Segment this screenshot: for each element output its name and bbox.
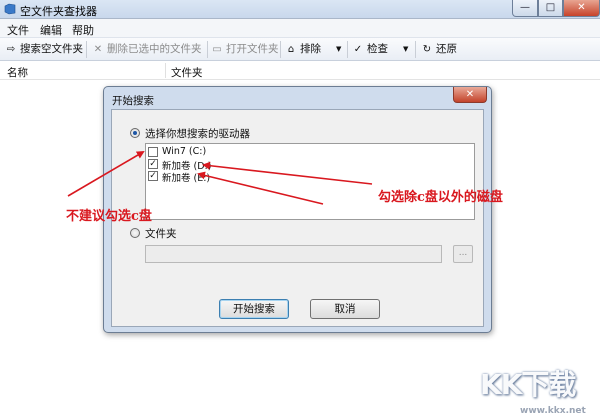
toolbar-separator (415, 41, 416, 58)
menu-edit[interactable]: 编辑 (40, 22, 62, 38)
toolbar-separator (86, 41, 87, 58)
annotation-left: 不建议勾选c盘 (66, 209, 152, 224)
folder-radio[interactable] (130, 228, 140, 238)
annotation-right: 勾选除c盘以外的磁盘 (378, 190, 503, 205)
drive-label-c[interactable]: Win7 (C:) (162, 146, 206, 157)
toolbar-separator (207, 41, 208, 58)
drives-radio[interactable] (130, 128, 140, 138)
cancel-button[interactable]: 取消 (310, 299, 380, 319)
folder-radio-label[interactable]: 文件夹 (145, 226, 177, 241)
exclude-button[interactable]: ⌂ 排除 (285, 41, 321, 57)
dialog-body: 选择你想搜索的驱动器 Win7 (C:) ✓ 新加卷 (D:) ✓ 新加卷 (E… (111, 109, 484, 327)
open-folder-label: 打开文件夹 (226, 43, 279, 55)
search-empty-folders-label: 搜索空文件夹 (20, 43, 83, 55)
app-icon (4, 3, 16, 15)
list-header: 名称 文件夹 (0, 61, 600, 80)
drive-checkbox-c[interactable] (148, 147, 158, 157)
folder-search-icon: ⇨ (6, 44, 16, 55)
dialog-title: 开始搜索 (112, 95, 154, 107)
menu-bar: 文件 编辑 帮助 (0, 19, 600, 37)
drive-checkbox-d[interactable]: ✓ (148, 159, 158, 169)
drive-label-e[interactable]: 新加卷 (E:) (162, 170, 210, 184)
toolbar-separator (347, 41, 348, 58)
folder-open-icon: ▭ (212, 44, 222, 55)
minimize-button[interactable]: — (512, 0, 538, 17)
exclude-dropdown-icon[interactable]: ▼ (336, 41, 341, 57)
maximize-button[interactable]: □ (538, 0, 563, 17)
watermark-brand: KK下载 (480, 368, 576, 401)
watermark-url: www.kkx.net (520, 406, 586, 416)
check-dropdown-icon[interactable]: ▼ (403, 41, 408, 57)
dialog-close-button[interactable]: ✕ (453, 87, 487, 103)
start-search-dialog: 开始搜索 ✕ 选择你想搜索的驱动器 Win7 (C:) ✓ 新加卷 (D:) ✓… (103, 86, 492, 333)
column-folder[interactable]: 文件夹 (171, 65, 203, 80)
menu-help[interactable]: 帮助 (72, 22, 94, 38)
checkmark-icon: ✓ (353, 44, 363, 55)
window-title: 空文件夹查找器 (20, 5, 97, 18)
drives-radio-label[interactable]: 选择你想搜索的驱动器 (145, 126, 250, 141)
search-empty-folders-button[interactable]: ⇨ 搜索空文件夹 (5, 41, 83, 57)
delete-x-icon: ✕ (93, 44, 103, 55)
check-button[interactable]: ✓ 检查 (352, 41, 388, 57)
watermark: KK下载 (480, 363, 592, 403)
open-folder-button[interactable]: ▭ 打开文件夹 (211, 41, 279, 57)
restore-label: 还原 (436, 43, 457, 55)
delete-selected-label: 删除已选中的文件夹 (107, 43, 202, 55)
delete-selected-button[interactable]: ✕ 删除已选中的文件夹 (92, 41, 202, 57)
check-label: 检查 (367, 43, 388, 55)
exclude-label: 排除 (300, 43, 321, 55)
drive-checkbox-e[interactable]: ✓ (148, 171, 158, 181)
start-search-button[interactable]: 开始搜索 (219, 299, 289, 319)
restore-button[interactable]: ↻ 还原 (421, 41, 457, 57)
restore-arrows-icon: ↻ (422, 44, 432, 55)
title-bar: 空文件夹查找器 — □ ✕ (0, 0, 600, 19)
column-name[interactable]: 名称 (7, 65, 28, 80)
toolbar: ⇨ 搜索空文件夹 ✕ 删除已选中的文件夹 ▭ 打开文件夹 ⌂ 排除 ▼ ✓ 检查 ▼ ↻ 还… (0, 37, 600, 61)
drive-list[interactable]: Win7 (C:) ✓ 新加卷 (D:) ✓ 新加卷 (E:) (145, 143, 475, 220)
close-button[interactable]: ✕ (563, 0, 600, 17)
folder-path-input[interactable] (145, 245, 442, 263)
browse-button[interactable]: ... (453, 245, 473, 263)
toolbar-separator (280, 41, 281, 58)
menu-file[interactable]: 文件 (7, 22, 29, 38)
exclude-filter-icon: ⌂ (287, 44, 295, 55)
column-separator[interactable] (165, 63, 166, 78)
